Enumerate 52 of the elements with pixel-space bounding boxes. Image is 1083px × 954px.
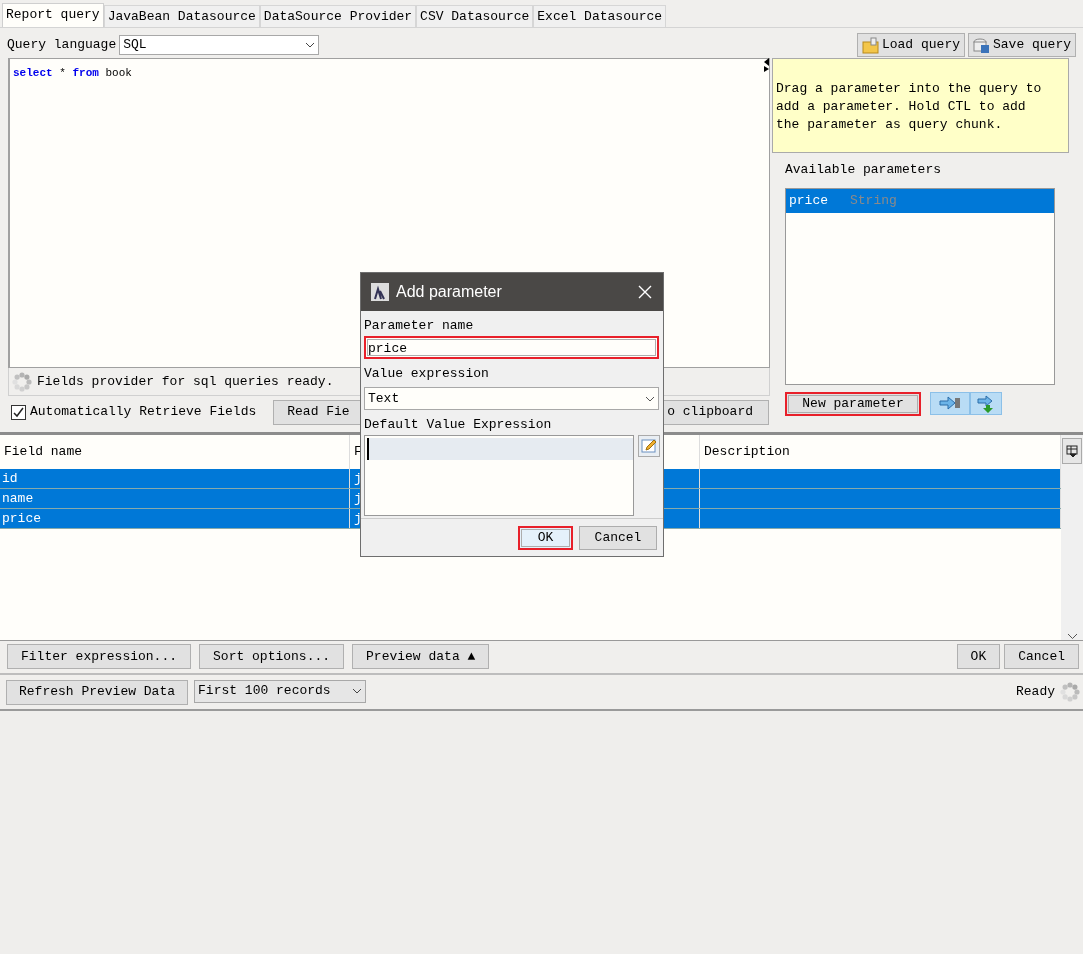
- arrow-right-icon: [938, 394, 962, 413]
- tab[interactable]: Excel Datasource: [533, 5, 667, 27]
- button[interactable]: OK: [956, 644, 1001, 669]
- tab[interactable]: CSV Datasource: [416, 5, 534, 27]
- query-language-dropdown[interactable]: SQL: [119, 35, 320, 55]
- edit-button[interactable]: [638, 434, 660, 457]
- import-parameters-button[interactable]: [970, 392, 1002, 415]
- toolbar-button[interactable]: Load query: [856, 33, 965, 57]
- table-icon: [1066, 445, 1078, 457]
- chevron-down-icon: [1066, 633, 1078, 640]
- dialog-button[interactable]: Cancel: [579, 526, 657, 550]
- checkbox[interactable]: [11, 404, 26, 420]
- text-area[interactable]: [364, 434, 635, 516]
- dialog-button[interactable]: OK: [518, 526, 573, 550]
- button[interactable]: Filter expression...: [7, 644, 192, 669]
- tab[interactable]: Report query: [2, 3, 104, 27]
- record-limit-dropdown[interactable]: First 100 records: [194, 679, 367, 703]
- spinner-icon: [11, 370, 33, 393]
- tab[interactable]: DataSource Provider: [259, 5, 417, 27]
- chevron-down-icon: [352, 688, 363, 694]
- toolbar-button[interactable]: Save query: [968, 33, 1076, 57]
- disk-icon: [973, 36, 990, 54]
- spinner-icon: [1059, 681, 1081, 703]
- app-icon: [371, 283, 389, 301]
- chevron-down-icon: [645, 395, 655, 402]
- refresh-button[interactable]: Refresh Preview Data: [6, 679, 189, 705]
- new-parameter-button[interactable]: New parameter: [785, 391, 921, 416]
- button[interactable]: Preview data ▲: [352, 644, 490, 669]
- field-label: Query language: [7, 36, 117, 55]
- value-type-dropdown[interactable]: Text: [364, 387, 659, 410]
- field-label: Parameter name: [364, 317, 475, 335]
- column-chooser-button[interactable]: [1062, 438, 1082, 464]
- text-field[interactable]: price: [364, 335, 659, 359]
- close-icon[interactable]: [637, 284, 653, 300]
- pencil-icon: [641, 437, 658, 454]
- arrow-down-icon: [976, 394, 996, 413]
- parameter-list[interactable]: price String: [785, 187, 1055, 385]
- chevron-down-icon: [305, 42, 316, 48]
- status-text: Ready: [1016, 683, 1055, 702]
- button[interactable]: Sort options...: [199, 644, 345, 669]
- checkbox-label: Automatically Retrieve Fields: [30, 403, 257, 422]
- parameter-item[interactable]: price String: [786, 188, 1054, 213]
- section-label: Available parameters: [785, 161, 943, 179]
- tab[interactable]: JavaBean Datasource: [103, 5, 260, 27]
- info-message: Drag a parameter into the query to add a parameter. Hold CTL to add the parameter as query chunk.: [772, 58, 1069, 153]
- folder-icon: [861, 36, 879, 54]
- insert-parameter-button[interactable]: [930, 392, 970, 415]
- splitter-arrows-icon: [764, 58, 769, 72]
- status-message: Fields provider for sql queries ready.: [37, 372, 334, 391]
- button[interactable]: Cancel: [1004, 644, 1079, 669]
- field-label: Default Value Expression: [364, 416, 553, 434]
- dialog-title: Add parameter: [396, 282, 503, 302]
